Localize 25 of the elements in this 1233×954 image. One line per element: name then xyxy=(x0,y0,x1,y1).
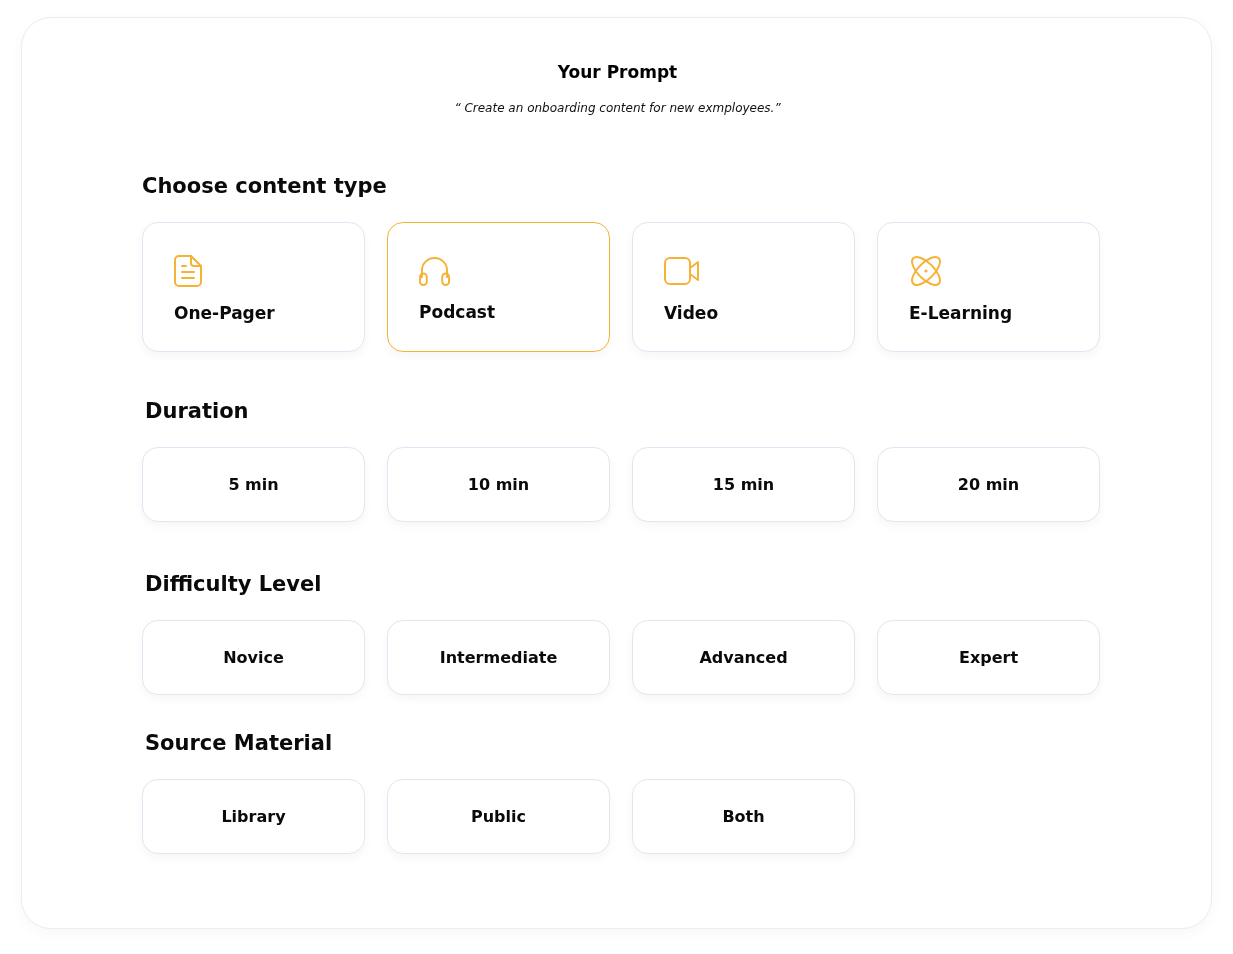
section-heading: Difficulty Level xyxy=(145,571,322,598)
content-type-card[interactable]: E-Learning xyxy=(877,222,1100,352)
option-button[interactable]: 20 min xyxy=(877,447,1100,522)
content-type-card[interactable]: One-Pager xyxy=(142,222,365,352)
option-button[interactable]: Intermediate xyxy=(387,620,610,695)
option-button[interactable]: Expert xyxy=(877,620,1100,695)
option-button[interactable]: Both xyxy=(632,779,855,854)
option-button[interactable]: 5 min xyxy=(142,447,365,522)
video-camera-icon xyxy=(664,257,699,285)
atom-icon xyxy=(909,254,943,288)
option-button[interactable]: Novice xyxy=(142,620,365,695)
section-heading: Duration xyxy=(145,398,249,425)
prompt-quote: “ Create an onboarding content for new exmployees.” xyxy=(454,100,781,117)
option-button[interactable]: 10 min xyxy=(387,447,610,522)
option-button[interactable]: Advanced xyxy=(632,620,855,695)
content-type-card[interactable]: Video xyxy=(632,222,855,352)
prompt-title: Your Prompt xyxy=(557,61,678,84)
headphones-icon xyxy=(419,255,450,286)
option-button[interactable]: 15 min xyxy=(632,447,855,522)
option-button[interactable]: Public xyxy=(387,779,610,854)
content-type-card[interactable]: Podcast xyxy=(387,222,610,352)
section-heading: Source Material xyxy=(145,730,333,757)
document-icon xyxy=(174,255,202,287)
option-button[interactable]: Library xyxy=(142,779,365,854)
section-heading: Choose content type xyxy=(142,173,387,200)
